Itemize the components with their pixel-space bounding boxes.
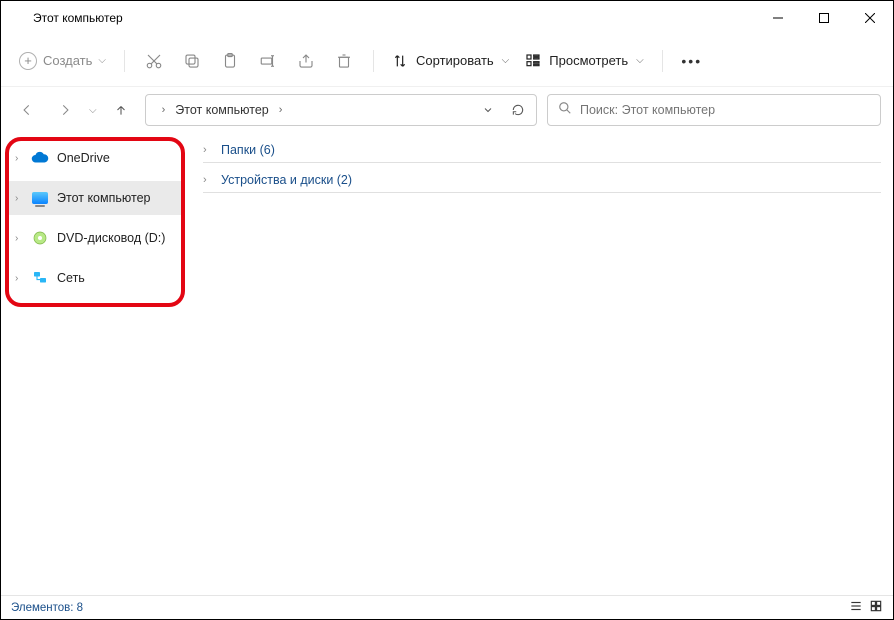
dvd-icon	[31, 229, 49, 247]
status-bar: Элементов: 8	[1, 595, 893, 619]
status-text: Элементов: 8	[11, 602, 83, 614]
chevron-down-icon: ⌵	[636, 55, 644, 66]
search-icon	[558, 101, 572, 120]
copy-button[interactable]	[173, 42, 211, 80]
separator	[373, 50, 374, 72]
separator	[662, 50, 663, 72]
search-input[interactable]	[580, 103, 870, 117]
recent-dropdown[interactable]: ⌵	[89, 105, 97, 116]
maximize-button[interactable]	[801, 1, 847, 34]
expand-icon[interactable]: ›	[15, 193, 27, 204]
thumbnails-view-button[interactable]	[869, 599, 883, 616]
new-label: Создать	[43, 53, 92, 68]
plus-icon: +	[19, 52, 37, 70]
sidebar-item-label: DVD-дисковод (D:)	[57, 231, 165, 245]
new-button[interactable]: + Создать ⌵	[11, 48, 114, 74]
sidebar-item-label: OneDrive	[57, 151, 110, 165]
breadcrumb-item[interactable]: Этот компьютер	[175, 103, 268, 117]
sort-label: Сортировать	[416, 53, 494, 68]
chevron-down-icon: ⌵	[502, 55, 510, 66]
app-icon	[9, 10, 25, 26]
toolbar: + Создать ⌵ Сортировать ⌵ Просмотреть ⌵ …	[1, 35, 893, 87]
group-label: Устройства и диски (2)	[221, 173, 352, 187]
sort-button[interactable]: Сортировать ⌵	[384, 49, 517, 73]
forward-button[interactable]	[51, 96, 79, 124]
sidebar-item-label: Сеть	[57, 271, 85, 285]
dropdown-button[interactable]	[476, 104, 500, 116]
navigation-pane: › OneDrive › Этот компьютер › DVD-дисков…	[1, 133, 191, 595]
sidebar-item-network[interactable]: › Сеть	[7, 261, 185, 295]
details-view-button[interactable]	[849, 599, 863, 616]
network-icon	[31, 269, 49, 287]
window-title: Этот компьютер	[33, 11, 755, 25]
expand-icon[interactable]: ›	[203, 144, 215, 156]
back-button[interactable]	[13, 96, 41, 124]
titlebar: Этот компьютер	[1, 1, 893, 35]
rename-button[interactable]	[249, 42, 287, 80]
share-button[interactable]	[287, 42, 325, 80]
chevron-right-icon[interactable]: ›	[275, 104, 287, 116]
view-label: Просмотреть	[549, 53, 628, 68]
sidebar-item-dvd[interactable]: › DVD-дисковод (D:)	[7, 221, 185, 255]
group-folders[interactable]: › Папки (6)	[203, 139, 881, 163]
refresh-button[interactable]	[506, 103, 530, 117]
view-icon	[525, 53, 541, 69]
cut-button[interactable]	[135, 42, 173, 80]
main-pane: › Папки (6) › Устройства и диски (2)	[191, 133, 893, 595]
search-box[interactable]	[547, 94, 881, 126]
sidebar-item-this-pc[interactable]: › Этот компьютер	[7, 181, 185, 215]
chevron-right-icon[interactable]: ›	[158, 104, 170, 116]
paste-button[interactable]	[211, 42, 249, 80]
group-label: Папки (6)	[221, 143, 275, 157]
more-button[interactable]: •••	[673, 53, 711, 69]
expand-icon[interactable]: ›	[203, 174, 215, 186]
delete-button[interactable]	[325, 42, 363, 80]
minimize-button[interactable]	[755, 1, 801, 34]
cloud-icon	[31, 149, 49, 167]
sort-icon	[392, 53, 408, 69]
expand-icon[interactable]: ›	[15, 273, 27, 284]
sidebar-item-onedrive[interactable]: › OneDrive	[7, 141, 185, 175]
address-bar: ⌵ › Этот компьютер ›	[1, 87, 893, 133]
close-button[interactable]	[847, 1, 893, 34]
group-devices[interactable]: › Устройства и диски (2)	[203, 169, 881, 193]
expand-icon[interactable]: ›	[15, 153, 27, 164]
content-area: › OneDrive › Этот компьютер › DVD-дисков…	[1, 133, 893, 595]
chevron-down-icon: ⌵	[98, 55, 106, 66]
address-box[interactable]: › Этот компьютер ›	[145, 94, 537, 126]
expand-icon[interactable]: ›	[15, 233, 27, 244]
pc-icon	[31, 189, 49, 207]
up-button[interactable]	[107, 96, 135, 124]
view-button[interactable]: Просмотреть ⌵	[517, 49, 652, 73]
separator	[124, 50, 125, 72]
sidebar-item-label: Этот компьютер	[57, 191, 150, 205]
window-controls	[755, 1, 893, 34]
